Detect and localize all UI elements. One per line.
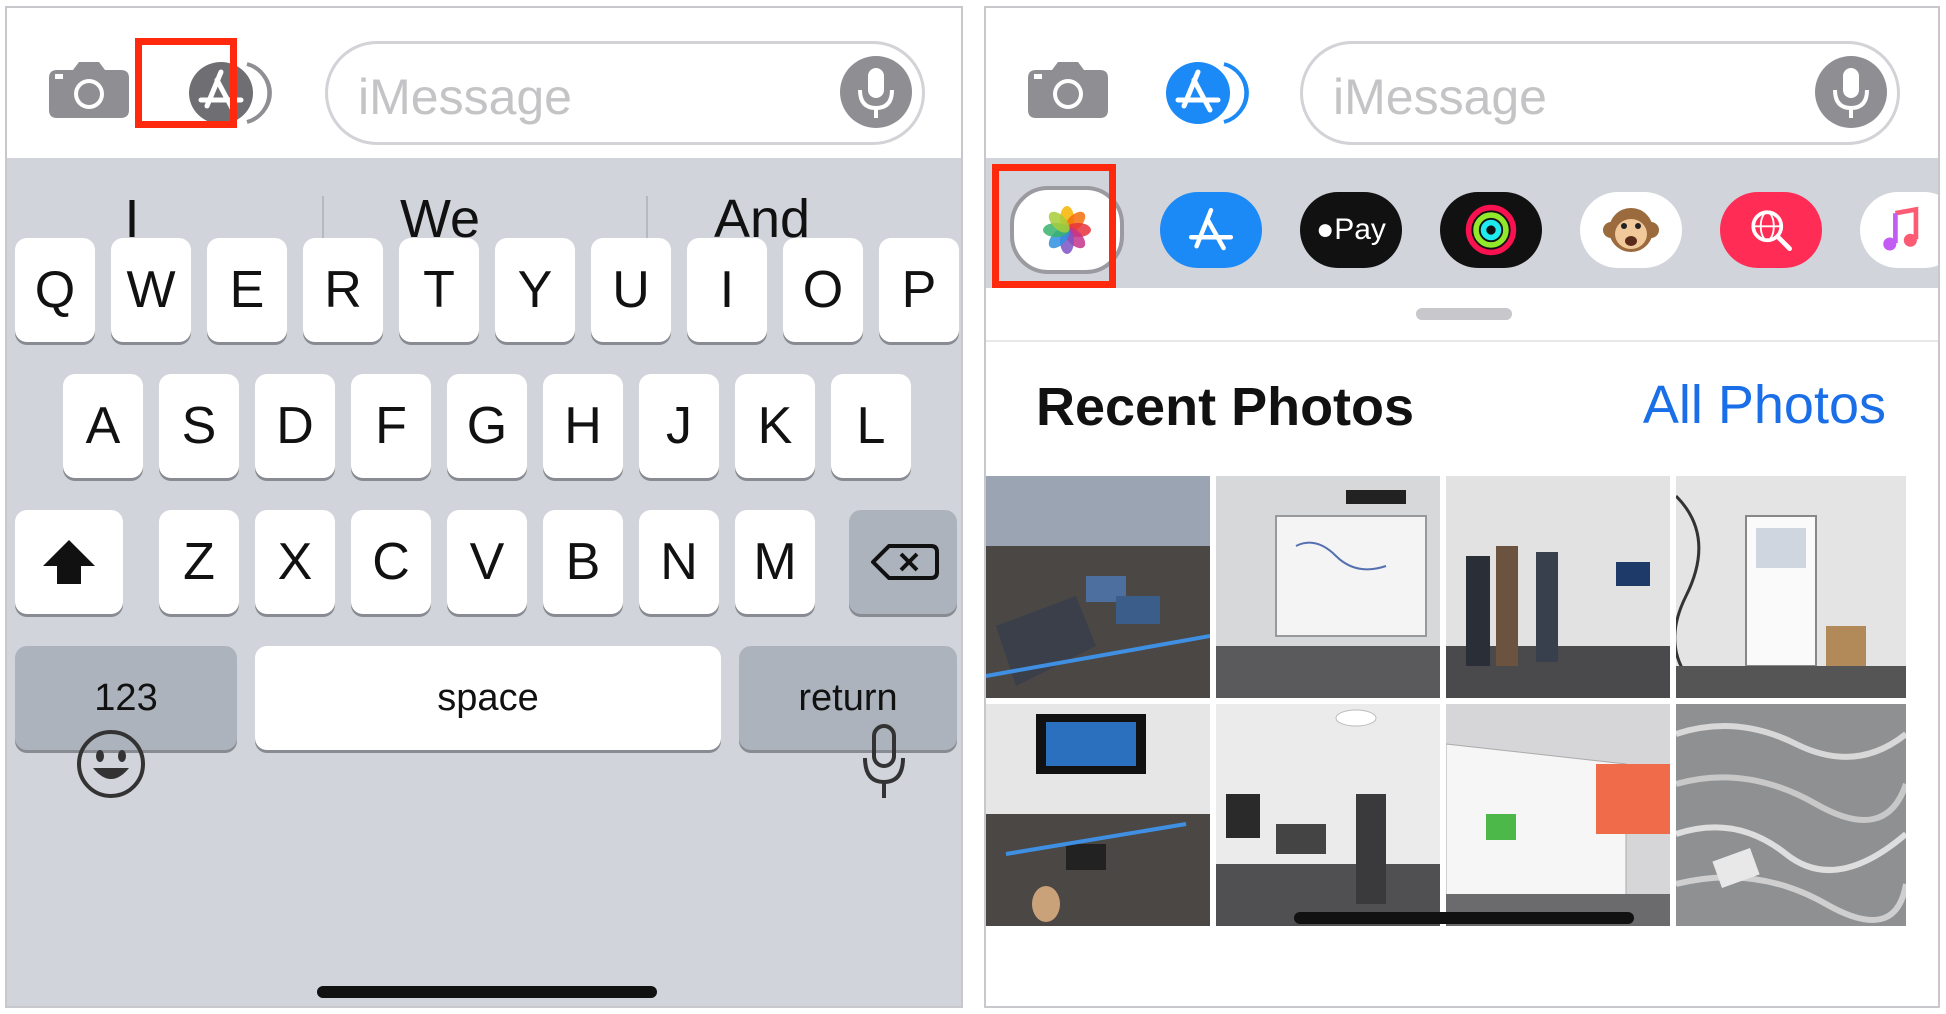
compose-bar: iMessage (7, 8, 961, 158)
key-d[interactable]: D (255, 374, 335, 478)
backspace-icon (871, 544, 939, 580)
apple-logo-icon: ● (1316, 213, 1335, 246)
dictation-button[interactable] (1815, 56, 1887, 128)
key-k[interactable]: K (735, 374, 815, 478)
panel-divider (986, 340, 1938, 342)
app-store-button-icon[interactable] (1164, 60, 1260, 126)
camera-icon[interactable] (49, 60, 129, 118)
all-photos-link[interactable]: All Photos (1643, 374, 1886, 436)
key-j[interactable]: J (639, 374, 719, 478)
keyboard-microphone-icon[interactable] (861, 724, 907, 802)
monkey-face-icon (1603, 208, 1659, 252)
photo-image (1676, 476, 1906, 698)
home-indicator (317, 986, 657, 998)
photo-image (1216, 476, 1440, 698)
music-app-icon[interactable] (1860, 192, 1938, 268)
space-key[interactable]: space (255, 646, 721, 750)
key-i[interactable]: I (687, 238, 767, 342)
key-f[interactable]: F (351, 374, 431, 478)
key-g[interactable]: G (447, 374, 527, 478)
message-placeholder: iMessage (1333, 69, 1547, 125)
activity-rings-icon (1465, 204, 1517, 256)
emoji-icon[interactable] (75, 728, 147, 800)
photo-thumbnail[interactable] (1676, 476, 1906, 698)
key-q[interactable]: Q (15, 238, 95, 342)
message-input[interactable]: iMessage (325, 41, 925, 145)
home-indicator (1294, 912, 1634, 924)
key-u[interactable]: U (591, 238, 671, 342)
message-placeholder: iMessage (358, 69, 572, 125)
key-o[interactable]: O (783, 238, 863, 342)
camera-icon[interactable] (1028, 60, 1108, 118)
photo-image (1676, 704, 1906, 926)
app-drawer: ●Pay (986, 158, 1938, 288)
microphone-icon (858, 68, 894, 118)
key-l[interactable]: L (831, 374, 911, 478)
key-v[interactable]: V (447, 510, 527, 614)
message-input[interactable]: iMessage (1300, 41, 1900, 145)
key-r[interactable]: R (303, 238, 383, 342)
photos-app-highlight (992, 164, 1116, 288)
photo-image (1446, 704, 1670, 926)
activity-app-icon[interactable] (1440, 192, 1542, 268)
photo-image (986, 704, 1210, 926)
photos-panel: Recent Photos All Photos (986, 288, 1938, 1006)
apple-pay-app-icon[interactable]: ●Pay (1300, 192, 1402, 268)
right-screen: iMessage ●Pay Recent Photos All Photos (984, 6, 1940, 1008)
key-n[interactable]: N (639, 510, 719, 614)
app-button-highlight (135, 38, 237, 128)
panel-grabber[interactable] (1416, 308, 1512, 320)
app-store-glyph-icon (1188, 207, 1234, 251)
key-z[interactable]: Z (159, 510, 239, 614)
photo-thumbnail[interactable] (1216, 476, 1440, 698)
microphone-icon (1833, 68, 1869, 118)
globe-search-icon (1751, 210, 1792, 251)
key-t[interactable]: T (399, 238, 479, 342)
photo-thumbnail[interactable] (1446, 476, 1670, 698)
keyboard: I We And Q W E R T Y U I O P A S D F G H… (7, 158, 961, 1006)
key-w[interactable]: W (111, 238, 191, 342)
photo-thumbnail[interactable] (1446, 704, 1670, 926)
key-a[interactable]: A (63, 374, 143, 478)
music-note-icon (1883, 206, 1919, 251)
delete-key[interactable] (849, 510, 957, 614)
key-y[interactable]: Y (495, 238, 575, 342)
photo-thumbnail[interactable] (1676, 704, 1906, 926)
key-e[interactable]: E (207, 238, 287, 342)
photo-thumbnail[interactable] (986, 476, 1210, 698)
photo-grid (986, 476, 1938, 926)
images-search-app-icon[interactable] (1720, 192, 1822, 268)
photo-thumbnail[interactable] (1216, 704, 1440, 926)
key-s[interactable]: S (159, 374, 239, 478)
photo-thumbnail[interactable] (986, 704, 1210, 926)
shift-arrow-icon (43, 540, 95, 584)
app-store-app-icon[interactable] (1160, 192, 1262, 268)
key-h[interactable]: H (543, 374, 623, 478)
key-p[interactable]: P (879, 238, 959, 342)
shift-key[interactable] (15, 510, 123, 614)
key-x[interactable]: X (255, 510, 335, 614)
animoji-app-icon[interactable] (1580, 192, 1682, 268)
key-m[interactable]: M (735, 510, 815, 614)
apple-pay-label: Pay (1334, 213, 1386, 246)
photo-image (1446, 476, 1670, 698)
left-screen: iMessage I We And Q W E R T Y U I O P A … (5, 6, 963, 1008)
compose-bar: iMessage (986, 8, 1938, 158)
recent-photos-title: Recent Photos (1036, 377, 1415, 437)
key-c[interactable]: C (351, 510, 431, 614)
dictation-button[interactable] (840, 56, 912, 128)
return-key[interactable]: return (739, 646, 957, 750)
key-b[interactable]: B (543, 510, 623, 614)
photo-image (1216, 704, 1440, 926)
photo-image (986, 476, 1210, 698)
